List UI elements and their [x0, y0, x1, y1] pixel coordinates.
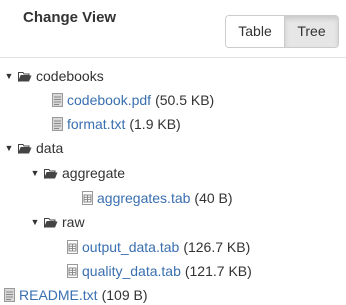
tree-file-quality-data-tab: quality_data.tab (121.7 KB) [67, 261, 252, 281]
change-view-heading: Change View [23, 9, 117, 26]
folder-open-icon [18, 71, 32, 82]
file-icon [52, 93, 63, 107]
caret-down-icon[interactable]: ▼ [30, 217, 40, 227]
file-icon [52, 117, 63, 131]
table-file-icon [67, 240, 78, 254]
folder-name: codebooks [36, 68, 104, 84]
folder-name: raw [62, 214, 85, 230]
file-link[interactable]: codebook.pdf [67, 92, 151, 108]
table-file-icon [67, 264, 78, 278]
folder-name: aggregate [62, 165, 126, 181]
tree-folder-aggregate[interactable]: ▼ aggregate [30, 163, 126, 183]
file-size: (121.7 KB) [184, 263, 252, 279]
file-size: (1.9 KB) [129, 116, 181, 132]
tree-file-output-data-tab: output_data.tab (126.7 KB) [67, 237, 250, 257]
file-link[interactable]: quality_data.tab [82, 263, 181, 279]
tree-file-readme-txt: README.txt (109 B) [4, 285, 148, 305]
file-link[interactable]: format.txt [67, 116, 125, 132]
folder-open-icon [44, 168, 58, 179]
file-icon [4, 288, 15, 302]
file-link[interactable]: aggregates.tab [97, 190, 190, 206]
file-link[interactable]: output_data.tab [82, 239, 179, 255]
folder-name: data [36, 140, 64, 156]
tree-folder-codebooks[interactable]: ▼ codebooks [4, 66, 104, 86]
table-view-button[interactable]: Table [226, 16, 284, 47]
change-view-panel: Change View Table Tree ▼ codebooks codeb… [0, 0, 346, 305]
table-file-icon [82, 191, 93, 205]
file-tree: ▼ codebooks codebook.pdf (50.5 KB) forma… [0, 57, 346, 305]
folder-open-icon [18, 143, 32, 154]
folder-open-icon [44, 217, 58, 228]
tree-folder-raw[interactable]: ▼ raw [30, 212, 85, 232]
tree-view-button[interactable]: Tree [284, 16, 338, 47]
file-size: (109 B) [101, 287, 148, 303]
tree-file-format-txt: format.txt (1.9 KB) [52, 114, 181, 134]
file-size: (50.5 KB) [155, 92, 215, 108]
caret-down-icon[interactable]: ▼ [30, 168, 40, 178]
view-toggle-group: Table Tree [225, 15, 339, 48]
tree-folder-data[interactable]: ▼ data [4, 138, 64, 158]
caret-down-icon[interactable]: ▼ [4, 71, 14, 81]
caret-down-icon[interactable]: ▼ [4, 143, 14, 153]
file-link[interactable]: README.txt [19, 287, 98, 303]
tree-file-codebook-pdf: codebook.pdf (50.5 KB) [52, 90, 214, 110]
tree-file-aggregates-tab: aggregates.tab (40 B) [82, 188, 233, 208]
file-size: (40 B) [194, 190, 233, 206]
file-size: (126.7 KB) [183, 239, 251, 255]
